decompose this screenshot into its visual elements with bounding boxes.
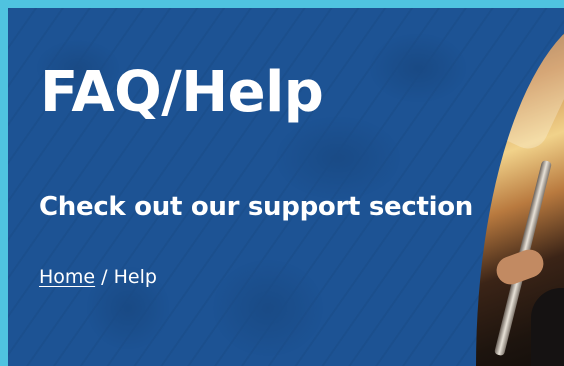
- hero-banner: FAQ/Help Check out our support section H…: [8, 8, 564, 366]
- page-title: FAQ/Help: [40, 60, 324, 125]
- breadcrumb-home-link[interactable]: Home: [39, 266, 95, 288]
- breadcrumb-separator: /: [101, 266, 114, 288]
- breadcrumb-current: Help: [113, 266, 157, 288]
- page-subtitle: Check out our support section: [39, 192, 473, 222]
- breadcrumb: Home / Help: [39, 266, 157, 288]
